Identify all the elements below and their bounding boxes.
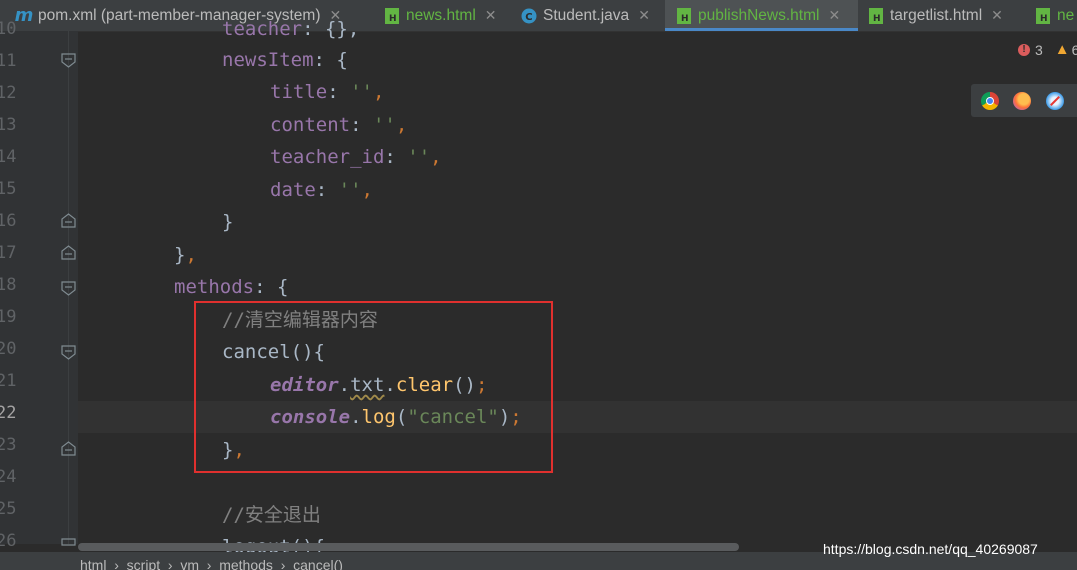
- html-file-icon: H: [676, 7, 692, 24]
- line-number: 24: [0, 467, 17, 487]
- fold-close-icon[interactable]: [61, 245, 76, 260]
- line-number: 16: [0, 211, 17, 231]
- fold-close-icon[interactable]: [61, 441, 76, 456]
- code-line-25: //安全退出: [222, 504, 321, 526]
- close-icon[interactable]: ✕: [638, 7, 650, 24]
- line-number: 15: [0, 179, 17, 199]
- code-line-18: methods: {: [174, 276, 289, 298]
- svg-text:H: H: [681, 14, 689, 24]
- svg-text:H: H: [1040, 14, 1048, 24]
- browser-toolbar: [971, 84, 1077, 117]
- tab-targetlist-html[interactable]: H targetlist.html ✕: [868, 0, 1003, 31]
- maven-m-icon: m: [14, 5, 34, 26]
- html-file-icon: H: [384, 7, 400, 24]
- code-line-16: }: [222, 211, 234, 233]
- close-icon[interactable]: ✕: [828, 7, 840, 24]
- horizontal-scrollbar[interactable]: [78, 543, 739, 551]
- code-line-12: title: '',: [270, 81, 385, 103]
- warning-count: 6: [1071, 41, 1077, 58]
- fold-open-icon[interactable]: [61, 281, 76, 296]
- line-number: 14: [0, 147, 17, 167]
- warning-icon: ▲: [1054, 41, 1070, 58]
- highlight-box: [194, 301, 553, 473]
- chrome-icon[interactable]: [981, 92, 999, 110]
- svg-text:C: C: [525, 12, 532, 23]
- line-number: 11: [0, 51, 17, 71]
- error-icon: !: [1018, 43, 1030, 56]
- html-file-icon: H: [868, 7, 884, 24]
- html-file-icon: H: [1035, 7, 1051, 24]
- code-line-17: },: [174, 244, 197, 266]
- line-number: 10: [0, 19, 17, 39]
- close-icon[interactable]: ✕: [485, 7, 497, 24]
- code-line-13: content: '',: [270, 114, 408, 136]
- editor-tab-bar: m pom.xml (part-member-manager-system) ✕…: [0, 0, 1077, 32]
- line-number: 13: [0, 115, 17, 135]
- line-number: 26: [0, 531, 17, 551]
- line-number: 25: [0, 499, 17, 519]
- line-number: 20: [0, 339, 17, 359]
- line-number: 19: [0, 307, 17, 327]
- watermark-text: https://blog.csdn.net/qq_40269087: [823, 541, 1038, 557]
- java-class-icon: C: [521, 8, 537, 24]
- line-number: 17: [0, 243, 17, 263]
- close-icon[interactable]: ✕: [991, 7, 1003, 24]
- inspection-widget[interactable]: ! 3 ▲ 6: [1018, 41, 1077, 58]
- fold-open-icon[interactable]: [61, 53, 76, 68]
- code-line-11: newsItem: {: [222, 49, 348, 71]
- line-number: 18: [0, 275, 17, 295]
- fold-open-icon[interactable]: [61, 538, 76, 546]
- safari-icon[interactable]: [1046, 92, 1064, 110]
- line-number: 12: [0, 83, 17, 103]
- tab-publishnews-html[interactable]: H publishNews.html ✕: [665, 0, 858, 31]
- line-number: 21: [0, 371, 17, 391]
- svg-text:H: H: [873, 14, 881, 24]
- code-line-14: teacher_id: '',: [270, 146, 442, 168]
- line-number: 23: [0, 435, 17, 455]
- code-line-10: teacher: {},: [222, 18, 360, 40]
- tab-news-html[interactable]: H news.html ✕: [384, 0, 497, 31]
- code-line-15: date: '',: [270, 179, 373, 201]
- tab-student-java[interactable]: C Student.java ✕: [521, 0, 650, 31]
- svg-text:H: H: [389, 14, 397, 24]
- line-number: 22: [0, 403, 17, 423]
- error-count: 3: [1035, 41, 1043, 58]
- fold-open-icon[interactable]: [61, 345, 76, 360]
- tab-ne[interactable]: H ne: [1035, 0, 1074, 31]
- fold-close-icon[interactable]: [61, 213, 76, 228]
- firefox-icon[interactable]: [1013, 92, 1031, 110]
